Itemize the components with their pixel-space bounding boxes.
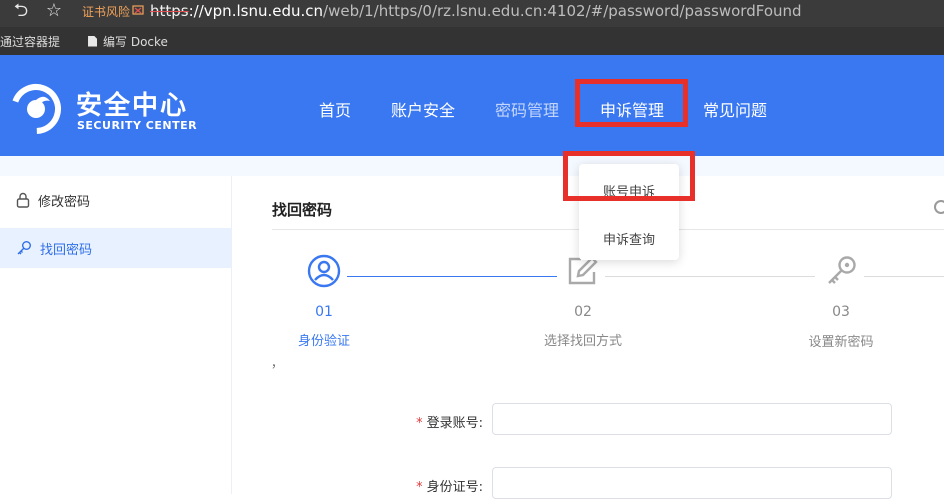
document-icon: [88, 35, 98, 47]
nav-password-management[interactable]: 密码管理: [495, 97, 559, 121]
key-icon: [17, 241, 31, 255]
bookmark-star-icon[interactable]: ☆: [43, 0, 65, 22]
step-number: 01: [315, 304, 333, 320]
step-connector: [347, 276, 557, 277]
cert-warning-label[interactable]: 证书风险: [82, 3, 130, 20]
key-icon: [828, 256, 856, 284]
field-label: 登录账号:: [426, 416, 483, 431]
security-logo-icon: [11, 84, 61, 134]
required-mark: *: [416, 416, 423, 431]
form-label-login-account: * 登录账号:: [383, 412, 483, 431]
form-label-id-number: * 身份证号:: [383, 476, 483, 495]
login-account-input[interactable]: [492, 403, 892, 435]
nav-account-security[interactable]: 账户安全: [391, 97, 455, 121]
brand-title: 安全中心: [76, 91, 189, 121]
bookmark-item[interactable]: 通过容器提: [0, 33, 60, 50]
id-number-input[interactable]: [492, 467, 892, 499]
cert-warning-icon: [132, 4, 144, 19]
lock-icon: [16, 192, 30, 208]
step-connector: [864, 276, 944, 277]
required-mark: *: [416, 480, 423, 495]
sidebar-item-recover-password[interactable]: 找回密码: [0, 228, 231, 268]
highlight-box-account-appeal: [563, 151, 695, 201]
dropdown-item-appeal-query[interactable]: 申诉查询: [579, 229, 679, 248]
url-path: /web/1/https/0/rz.lsnu.edu.cn:4102/#/pas…: [323, 2, 802, 20]
bookmark-label: 通过容器提: [0, 34, 61, 49]
url-field[interactable]: 证书风险 https ://vpn.lsnu.edu.cn /web/1/htt…: [82, 0, 802, 22]
step-label: 身份验证: [297, 334, 350, 349]
url-scheme: https: [150, 2, 189, 20]
nav-faq[interactable]: 常见问题: [703, 97, 767, 121]
brand-subtitle: SECURITY CENTER: [77, 119, 198, 132]
user-icon: [307, 254, 341, 288]
bookmarks-bar: 通过容器提 编写 Docke: [0, 27, 944, 55]
step-number: 03: [832, 304, 850, 320]
bookmark-item[interactable]: 编写 Docke: [88, 33, 168, 50]
field-label: 身份证号:: [426, 480, 483, 495]
sidebar-item-label: 找回密码: [40, 242, 93, 258]
nav-home[interactable]: 首页: [319, 97, 351, 121]
url-host: ://vpn.lsnu.edu.cn: [188, 2, 324, 20]
highlight-box-appeal-nav: [575, 79, 688, 127]
step-label: 选择找回方式: [543, 334, 622, 349]
site-header: 安全中心 SECURITY CENTER 首页 账户安全 密码管理 申诉管理 常…: [0, 55, 944, 156]
bookmark-label: 编写 Docke: [103, 34, 168, 49]
page-title: 找回密码: [272, 201, 333, 219]
sidebar-item-change-password[interactable]: 修改密码: [0, 180, 231, 220]
sidebar: 修改密码 找回密码: [0, 176, 232, 494]
header-sub-strip: [0, 156, 944, 176]
circle-icon[interactable]: [934, 200, 944, 214]
step-number: 02: [574, 304, 592, 320]
stray-mark: ，: [271, 356, 284, 370]
step-label: 设置新密码: [808, 335, 874, 350]
back-icon[interactable]: ⮌: [10, 0, 32, 22]
sidebar-item-label: 修改密码: [38, 194, 91, 210]
browser-address-bar: ⮌ ☆ 证书风险 https ://vpn.lsnu.edu.cn /web/1…: [0, 0, 944, 27]
step-connector: [605, 276, 815, 277]
